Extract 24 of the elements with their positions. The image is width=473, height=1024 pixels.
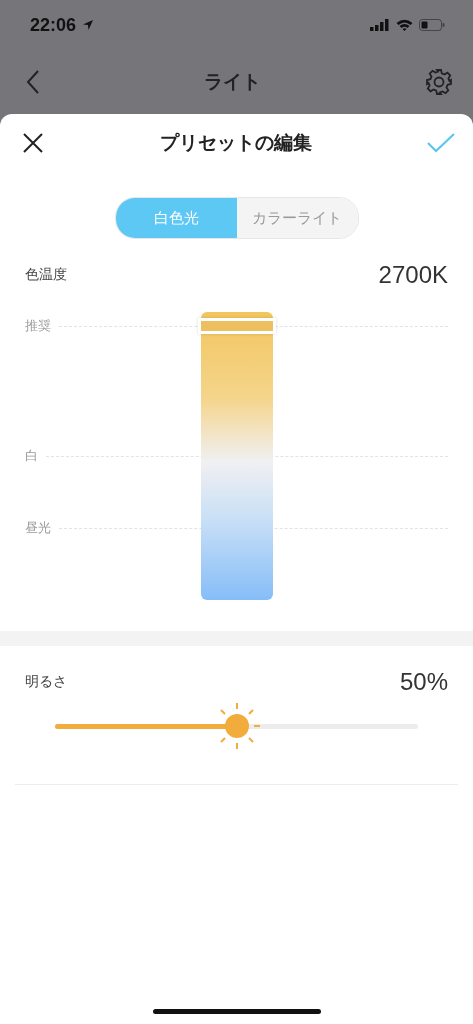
settings-icon[interactable] bbox=[425, 68, 453, 96]
brightness-value: 50% bbox=[399, 668, 448, 696]
close-icon[interactable] bbox=[22, 132, 44, 154]
marker-label: 昼光 bbox=[25, 519, 51, 537]
marker-label: 推奨 bbox=[25, 317, 51, 336]
nav-title: ライト bbox=[204, 69, 261, 94]
mode-tab[interactable]: 白色光 bbox=[115, 198, 237, 238]
color-temperature-value: 2700K bbox=[378, 261, 448, 289]
wifi-icon bbox=[396, 19, 413, 31]
location-arrow-icon bbox=[82, 19, 95, 31]
slider-handle[interactable] bbox=[197, 318, 276, 335]
marker-label: 白 bbox=[25, 447, 38, 465]
sun-handle-icon[interactable] bbox=[212, 702, 261, 750]
mode-tab[interactable]: カラーライト bbox=[236, 198, 358, 238]
battery-icon bbox=[419, 19, 445, 31]
brightness-label: 明るさ bbox=[25, 673, 67, 691]
color-temperature-bar[interactable] bbox=[200, 312, 273, 600]
signal-icon bbox=[370, 19, 390, 31]
status-time: 22:06 bbox=[30, 14, 77, 36]
confirm-check-icon[interactable] bbox=[427, 133, 455, 153]
sheet-title: プリセットの編集 bbox=[159, 130, 312, 155]
color-temperature-label: 色温度 bbox=[25, 266, 67, 284]
back-icon[interactable] bbox=[26, 69, 40, 95]
brightness-slider[interactable] bbox=[55, 702, 418, 750]
